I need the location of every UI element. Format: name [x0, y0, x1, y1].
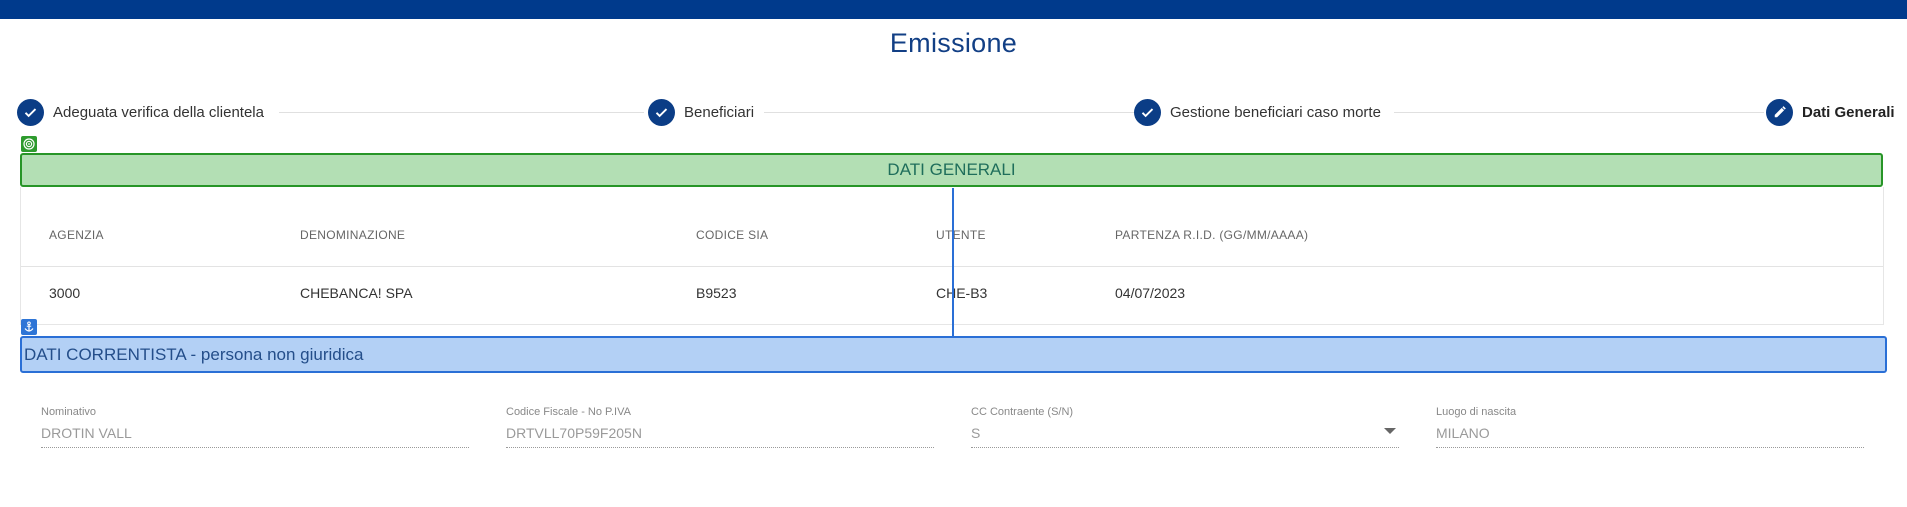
section-banner-dati-generali: DATI GENERALI: [20, 153, 1883, 187]
column-header-agenzia: AGENZIA: [49, 228, 104, 242]
check-icon: [1134, 98, 1161, 126]
cell-denominazione: CHEBANCA! SPA: [300, 285, 413, 301]
codice-fiscale-underline: [506, 447, 934, 448]
field-label-luogo-nascita: Luogo di nascita: [1436, 406, 1517, 418]
codice-fiscale-field[interactable]: DRTVLL70P59F205N: [506, 425, 642, 441]
check-icon: [648, 98, 675, 126]
step-label: Beneficiari: [684, 103, 755, 121]
cell-partenza-rid: 04/07/2023: [1115, 285, 1186, 301]
chevron-down-icon[interactable]: [1384, 428, 1396, 434]
anchor-icon[interactable]: [21, 319, 37, 335]
step-beneficiari[interactable]: Beneficiari: [648, 98, 754, 126]
step-connector: [764, 112, 1134, 113]
nominativo-underline: [41, 447, 469, 448]
check-icon: [17, 98, 44, 126]
cell-codice-sia: B9523: [696, 285, 737, 301]
cell-agenzia: 3000: [49, 285, 81, 301]
cc-contraente-underline: [971, 447, 1399, 448]
field-label-cc-contraente: CC Contraente (S/N): [971, 406, 1074, 418]
column-header-denominazione: DENOMINAZIONE: [300, 228, 406, 242]
field-label-codice-fiscale: Codice Fiscale - No P.IVA: [506, 406, 631, 418]
step-gestione-beneficiari[interactable]: Gestione beneficiari caso morte: [1134, 98, 1381, 126]
step-label: Gestione beneficiari caso morte: [1170, 103, 1381, 121]
step-connector: [279, 112, 644, 113]
step-adeguata-verifica[interactable]: Adeguata verifica della clientela: [17, 98, 264, 126]
section-banner-dati-correntista: DATI CORRENTISTA - persona non giuridica: [20, 336, 1887, 373]
step-label: Dati Generali: [1802, 103, 1895, 121]
step-dati-generali[interactable]: Dati Generali: [1766, 98, 1895, 126]
target-icon[interactable]: [21, 136, 37, 152]
top-bar: [0, 0, 1907, 19]
cell-utente: CHE-B3: [936, 285, 988, 301]
cc-contraente-select[interactable]: S: [971, 425, 980, 441]
column-header-partenza-rid: PARTENZA R.I.D. (GG/MM/AAAA): [1115, 228, 1309, 242]
field-label-nominativo: Nominativo: [41, 406, 97, 418]
luogo-nascita-underline: [1436, 447, 1864, 448]
step-connector: [1394, 112, 1764, 113]
guide-line: [952, 188, 954, 336]
pencil-icon: [1766, 98, 1793, 126]
column-header-codice-sia: CODICE SIA: [696, 228, 769, 242]
step-label: Adeguata verifica della clientela: [53, 103, 264, 121]
column-header-utente: UTENTE: [936, 228, 986, 242]
nominativo-field[interactable]: DROTIN VALL: [41, 425, 132, 441]
luogo-nascita-field[interactable]: MILANO: [1436, 425, 1490, 441]
page-title: Emissione: [889, 28, 1018, 58]
